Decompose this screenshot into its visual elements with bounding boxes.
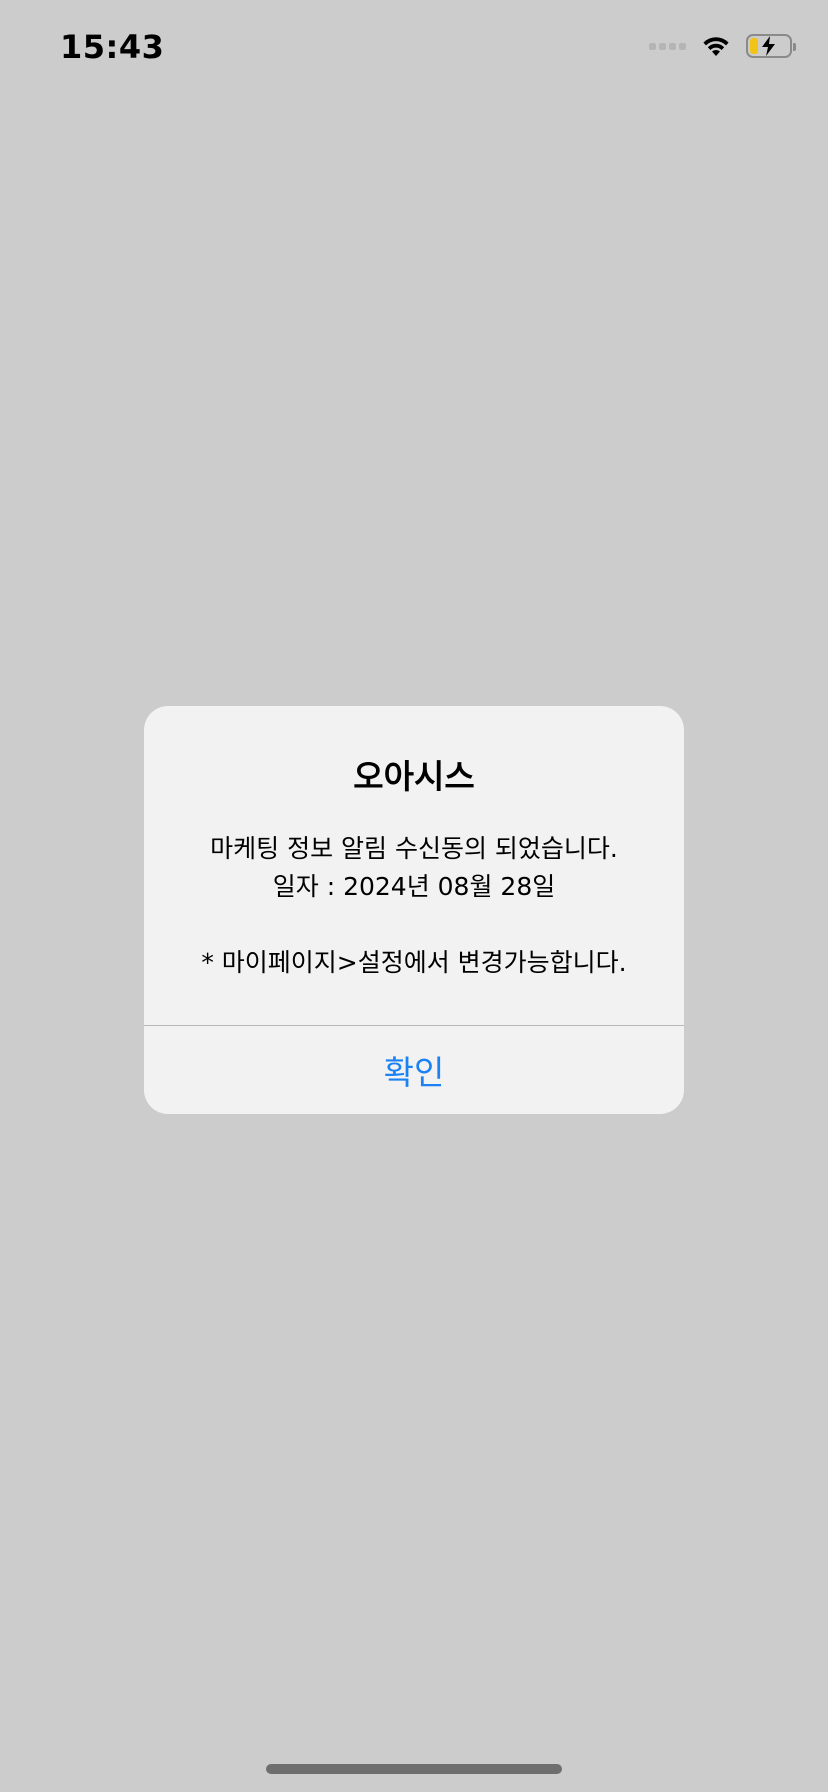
alert-message-line: 마케팅 정보 알림 수신동의 되었습니다. <box>210 834 618 863</box>
status-icons <box>649 34 796 58</box>
alert-message-line: 일자 : 2024년 08월 28일 <box>272 872 556 901</box>
alert-title: 오아시스 <box>353 757 475 796</box>
status-bar: 15:43 <box>0 0 828 100</box>
alert-message-line <box>144 906 684 944</box>
alert-message: 마케팅 정보 알림 수신동의 되었습니다. 일자 : 2024년 08월 28일… <box>144 830 684 982</box>
cellular-signal-icon <box>649 42 686 50</box>
home-indicator[interactable] <box>266 1764 562 1774</box>
alert-dialog: 오아시스 마케팅 정보 알림 수신동의 되었습니다. 일자 : 2024년 08… <box>144 706 684 1114</box>
battery-charging-icon <box>746 34 796 58</box>
alert-message-line: * 마이페이지>설정에서 변경가능합니다. <box>201 948 627 977</box>
status-time: 15:43 <box>60 28 165 66</box>
wifi-icon <box>703 37 729 56</box>
confirm-button[interactable]: 확인 <box>144 1026 684 1114</box>
